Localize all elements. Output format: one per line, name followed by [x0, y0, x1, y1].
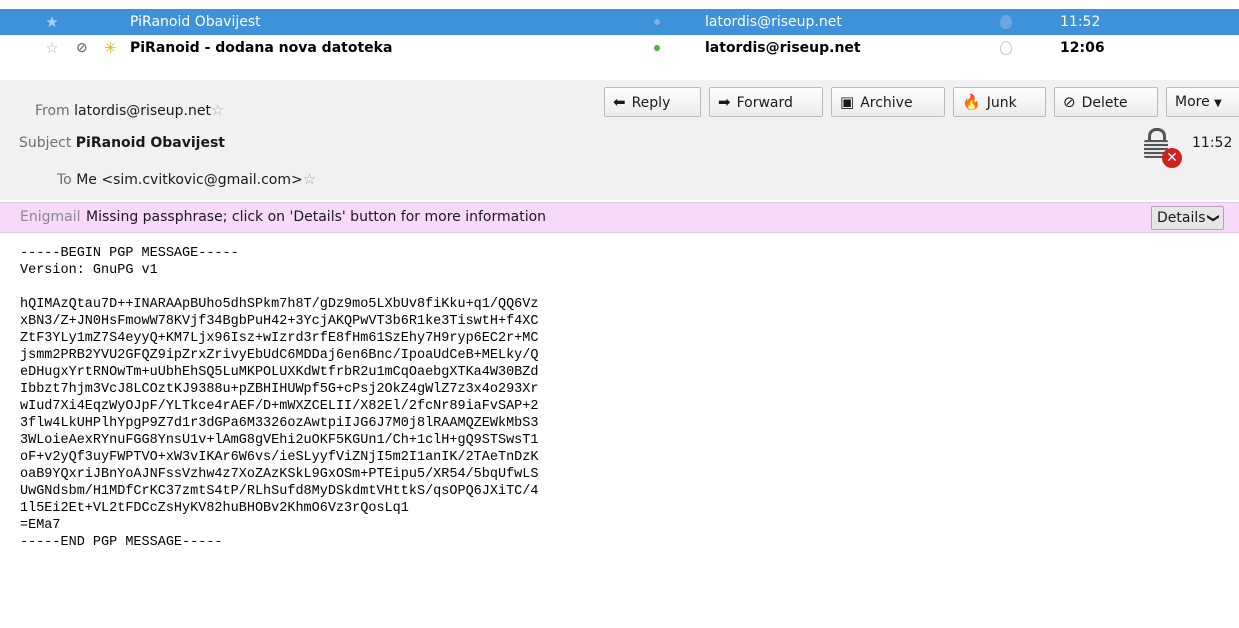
message-body-line: eDHugxYrtRNOwTm+uUbhEhSQ5LuMKPOLUXKdWtfr… [20, 365, 539, 380]
delete-button[interactable]: ⊘ Delete [1054, 87, 1158, 117]
message-body: -----BEGIN PGP MESSAGE----- Version: Gnu… [20, 245, 538, 551]
forward-label: Forward [736, 95, 793, 111]
message-time: 12:06 [1060, 40, 1105, 56]
star-icon[interactable]: ☆ [44, 35, 60, 61]
message-body-line: wIud7Xi4EqzWyOJpF/YLTkce4rAEF/D+mWXZCELI… [20, 399, 539, 414]
to-label: To [57, 172, 72, 188]
enigmail-notification-bar: Enigmail Missing passphrase; click on 'D… [0, 202, 1239, 233]
details-button[interactable]: Details❯ [1151, 206, 1224, 230]
archive-button[interactable]: ▣ Archive [831, 87, 945, 117]
reply-icon: ⬅ [613, 93, 626, 111]
archive-label: Archive [860, 95, 913, 111]
reply-button[interactable]: ⬅ Reply [604, 87, 701, 117]
message-subject: PiRanoid Obavijest [130, 14, 261, 30]
junk-icon: 🔥 [962, 93, 981, 111]
message-body-line: oaB9YQxriJBnYoAJNFssVzhw4z7XoZAzKSkL9GxO… [20, 467, 539, 482]
more-button[interactable]: More ▼ [1166, 87, 1239, 117]
forward-icon: ➡ [718, 93, 731, 111]
chevron-down-icon: ❯ [1206, 212, 1221, 224]
read-status-dot-icon[interactable] [654, 19, 660, 25]
message-body-line: UwGNdsbm/H1MDfCrKC37zmtS4tP/RLhSufd8MyDS… [20, 484, 539, 499]
new-message-icon: ✳ [104, 39, 117, 57]
junk-button[interactable]: 🔥 Junk [953, 87, 1046, 117]
delete-icon: ⊘ [1063, 93, 1076, 111]
junk-label: Junk [986, 95, 1017, 111]
to-row: To Me <sim.cvitkovic@gmail.com>☆ [57, 170, 316, 188]
read-status-dot-icon[interactable] [654, 45, 660, 51]
message-time: 11:52 [1060, 14, 1101, 30]
more-label: More [1175, 94, 1210, 110]
subject-value: PiRanoid Obavijest [75, 135, 225, 151]
message-body-line: =EMa7 [20, 518, 61, 533]
subject-label: Subject [19, 135, 72, 151]
message-subject: PiRanoid - dodana nova datoteka [130, 40, 393, 56]
junk-status-icon[interactable] [1000, 41, 1012, 55]
message-body-line: Version: GnuPG v1 [20, 263, 158, 278]
message-body-line: 1l5Ei2Et+VL2tFDCcZsHyKV82huBHOBv2KhmO6Vz… [20, 501, 409, 516]
from-label: From [35, 103, 70, 119]
message-body-line: hQIMAzQtau7D++INARAApBUho5dhSPkm7h8T/gDz… [20, 297, 539, 312]
archive-icon: ▣ [840, 93, 855, 111]
junk-status-icon[interactable] [1000, 15, 1012, 29]
message-body-line: xBN3/Z+JN0HsFmowW78KVjf34BgbPuH42+3YcjAK… [20, 314, 539, 329]
star-icon[interactable]: ☆ [303, 170, 316, 188]
message-body-line: 3flw4LkUHPlhYpgP9Z7d1r3dGPa6M3326ozAwtpi… [20, 416, 539, 431]
enigmail-message: Missing passphrase; click on 'Details' b… [86, 209, 547, 225]
subject-row: Subject PiRanoid Obavijest [19, 135, 225, 151]
details-label: Details [1157, 210, 1206, 226]
from-row: From latordis@riseup.net☆ [35, 101, 224, 119]
message-body-line: 3WLoieAexRYnuFGG8YnsU1v+lAmG8gVEhi2uOKF5… [20, 433, 539, 448]
to-address[interactable]: Me <sim.cvitkovic@gmail.com> [76, 172, 303, 188]
delete-label: Delete [1081, 95, 1128, 111]
star-icon[interactable]: ☆ [211, 101, 224, 119]
message-from: latordis@riseup.net [705, 14, 842, 30]
message-row-selected[interactable]: ★ PiRanoid Obavijest latordis@riseup.net… [0, 9, 1239, 35]
message-row[interactable]: ☆ ⊘ ✳ PiRanoid - dodana nova datoteka la… [0, 35, 1239, 61]
attachment-icon: ⊘ [76, 40, 88, 56]
message-from: latordis@riseup.net [705, 40, 861, 56]
message-body-line: ZtF3YLy1mZ7S4eyyQ+KM7Ljx96Isz+wIzrd3rfE8… [20, 331, 539, 346]
message-list: ★ PiRanoid Obavijest latordis@riseup.net… [0, 0, 1239, 81]
header-time: 11:52 [1192, 135, 1233, 151]
message-body-line: oF+v2yQf3uyFWPTVO+xW3vIKAr6W6vs/ieSLyyfV… [20, 450, 539, 465]
message-body-line: Ibbzt7hjm3VcJ8LCOztKJ9388u+pZBHIHUWpf5G+… [20, 382, 539, 397]
chevron-down-icon: ▼ [1214, 98, 1222, 109]
message-body-line: jsmm2PRB2YVU2GFQZ9ipZrxZrivyEbUdC6MDDaj6… [20, 348, 539, 363]
enigmail-label: Enigmail [20, 209, 81, 225]
forward-button[interactable]: ➡ Forward [709, 87, 823, 117]
from-address[interactable]: latordis@riseup.net [74, 103, 211, 119]
reply-label: Reply [631, 95, 671, 111]
star-icon[interactable]: ★ [44, 9, 60, 35]
message-body-line: -----BEGIN PGP MESSAGE----- [20, 246, 239, 261]
error-icon: ✕ [1162, 148, 1182, 168]
encryption-lock-icon[interactable]: ✕ [1144, 128, 1182, 168]
message-body-line: -----END PGP MESSAGE----- [20, 535, 223, 550]
